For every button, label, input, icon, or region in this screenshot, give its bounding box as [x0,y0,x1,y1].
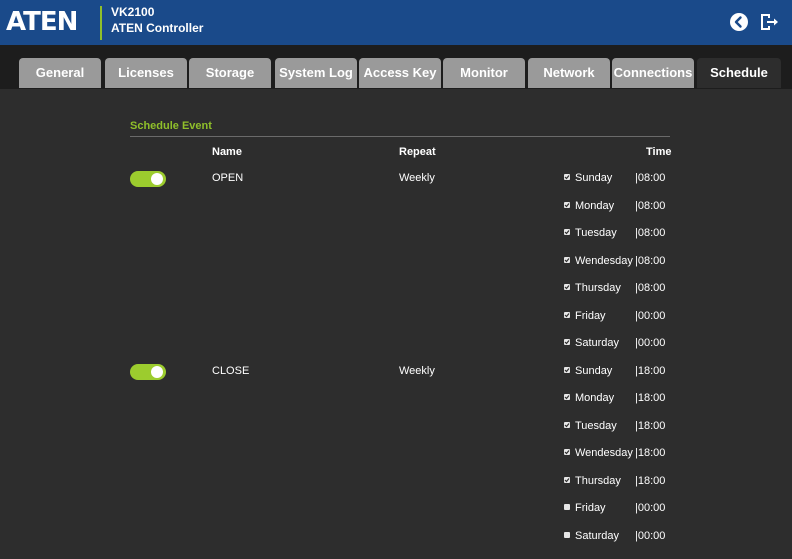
column-header-time: Time [646,146,672,158]
day-entry: Friday [564,310,606,322]
day-entry: Friday [564,502,606,514]
day-time[interactable]: |18:00 [635,392,665,404]
section-divider [130,136,670,137]
day-label: Thursday [575,282,621,294]
tab-monitor[interactable]: Monitor [443,58,525,88]
day-time[interactable]: |18:00 [635,365,665,377]
day-time[interactable]: |08:00 [635,255,665,267]
event-enable-toggle[interactable] [130,363,166,380]
day-entry: Wendesday [564,447,633,459]
event-enable-toggle[interactable] [130,171,166,187]
day-entry: Thursday [564,475,621,487]
day-checkbox[interactable] [564,531,570,538]
day-entry: Thursday [564,282,621,294]
day-checkbox[interactable] [564,229,570,235]
tab-system-log[interactable]: System Log [275,58,357,88]
day-checkbox[interactable] [564,201,570,208]
day-time[interactable]: |08:00 [635,172,665,184]
device-model: VK2100 [111,5,155,19]
back-circle-icon[interactable] [727,10,751,34]
aten-logo: ATEN [6,7,78,37]
day-entry: Saturday [564,337,619,349]
day-label: Tuesday [575,419,617,432]
day-label: Thursday [575,474,621,487]
app-title: ATEN Controller [111,21,204,35]
day-label: Tuesday [575,227,617,239]
day-entry: Tuesday [564,227,617,239]
day-checkbox[interactable] [564,311,570,318]
day-label: Monday [575,392,615,404]
toggle-knob [151,365,163,378]
day-label: Saturday [575,529,620,542]
day-checkbox[interactable] [564,256,570,263]
tab-general[interactable]: General [19,58,101,88]
logo-divider [100,6,102,40]
column-header-repeat: Repeat [399,146,436,158]
tab-storage[interactable]: Storage [189,58,271,88]
day-entry: Sunday [564,172,612,184]
day-entry: Tuesday [564,420,617,432]
day-time[interactable]: |08:00 [635,227,665,239]
day-label: Friday [575,309,606,322]
day-entry: Saturday [564,530,619,542]
day-entry: Monday [564,392,614,404]
day-label: Wendesday [575,447,633,459]
day-label: Friday [575,502,606,514]
tab-licenses[interactable]: Licenses [105,58,187,88]
day-entry: Wendesday [564,255,633,267]
tab-connections[interactable]: Connections [612,58,694,88]
day-entry: Sunday [564,365,612,377]
day-checkbox[interactable] [564,476,570,483]
day-checkbox[interactable] [564,284,570,290]
event-repeat: Weekly [399,172,435,184]
day-time[interactable]: |00:00 [635,310,665,322]
tab-access-key[interactable]: Access Key [359,58,441,88]
day-time[interactable]: |00:00 [635,530,665,542]
day-time[interactable]: |08:00 [635,200,665,212]
event-repeat: Weekly [399,364,435,377]
day-checkbox[interactable] [564,366,570,373]
day-time[interactable]: |18:00 [635,475,665,487]
day-time[interactable]: |00:00 [635,337,665,349]
toggle-knob [151,173,163,185]
day-label: Monday [575,199,615,212]
day-time[interactable]: |18:00 [635,447,665,459]
event-name: OPEN [212,172,244,184]
day-label: Saturday [575,337,620,349]
column-header-name: Name [212,146,242,158]
schedule-panel: Schedule Event Name Repeat Time OPEN Week… [0,89,792,559]
day-checkbox[interactable] [564,394,570,400]
header-bar: ATEN VK2100 ATEN Controller [0,0,792,45]
day-label: Wendesday [575,254,633,267]
day-checkbox[interactable] [564,504,570,510]
day-label: Sunday [575,172,613,184]
tab-schedule[interactable]: Schedule [697,58,781,88]
day-checkbox[interactable] [564,449,570,455]
day-checkbox[interactable] [564,421,570,428]
section-title: Schedule Event [130,120,212,132]
day-time[interactable]: |18:00 [635,420,665,432]
day-entry: Monday [564,200,614,212]
day-time[interactable]: |08:00 [635,282,665,294]
logout-icon[interactable] [757,10,781,34]
day-label: Sunday [575,364,613,377]
event-name: CLOSE [212,364,250,377]
day-time[interactable]: |00:00 [635,502,665,514]
day-checkbox[interactable] [564,339,570,345]
tab-network[interactable]: Network [528,58,610,88]
day-checkbox[interactable] [564,174,570,180]
